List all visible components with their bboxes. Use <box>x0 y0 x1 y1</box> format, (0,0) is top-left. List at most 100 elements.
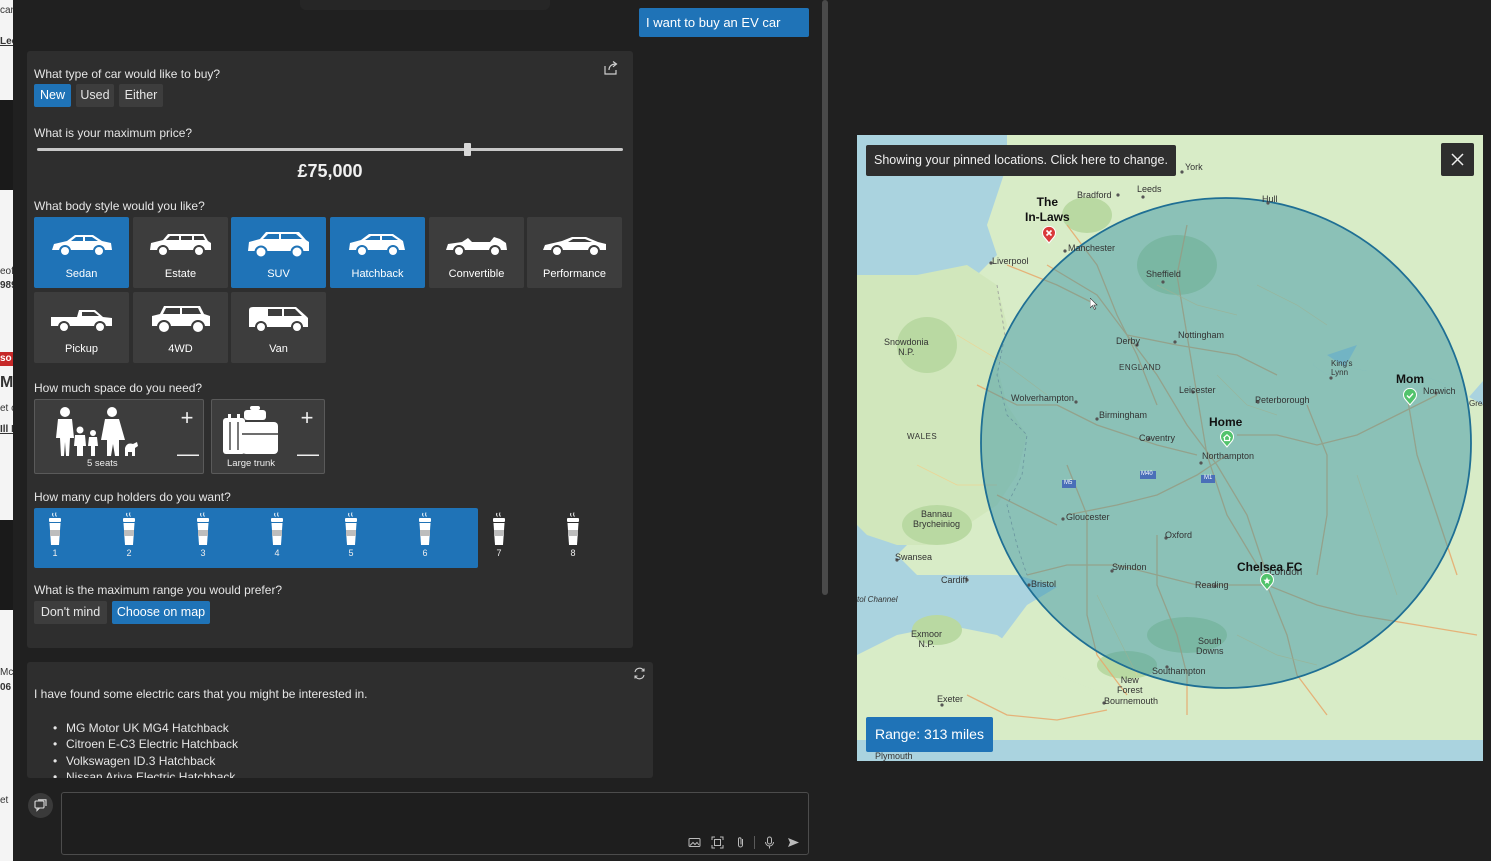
map-city-label: Derby <box>1116 336 1141 346</box>
cup-holder-option[interactable]: 5 <box>336 510 366 566</box>
suv-icon <box>248 232 309 259</box>
trunk-increase-icon[interactable]: + <box>297 407 317 429</box>
image-icon[interactable] <box>688 836 701 849</box>
input-toolbar-divider <box>754 836 755 849</box>
chelsea-pin-icon[interactable] <box>1259 573 1275 591</box>
body-style-label: Performance <box>543 268 606 280</box>
cup-holder-option[interactable]: 1 <box>40 510 70 566</box>
map-city-label: Norwich <box>1423 386 1456 396</box>
pickup-icon <box>51 310 112 333</box>
share-icon[interactable] <box>603 60 619 76</box>
trunk-selector: Large trunk + — <box>211 399 325 474</box>
cup-icon <box>419 512 431 545</box>
map-city-label: Great <box>1469 399 1483 408</box>
map-city-label: WALES <box>907 432 938 441</box>
body-style-suv[interactable]: SUV <box>231 217 326 288</box>
map-city-label: South Downs <box>1196 636 1224 656</box>
microphone-icon[interactable] <box>763 836 776 849</box>
range-option-choose-on-map[interactable]: Choose on map <box>112 601 210 624</box>
bg-text: Mc <box>0 667 13 678</box>
chat-icon <box>34 799 47 812</box>
price-slider-track[interactable] <box>37 148 623 151</box>
seats-decrease-icon[interactable]: — <box>177 443 199 465</box>
home-pin-icon[interactable] <box>1219 430 1235 448</box>
cup-holder-number: 7 <box>496 548 502 558</box>
body-style-hatchback[interactable]: Hatchback <box>330 217 425 288</box>
body-style-label: Pickup <box>64 343 99 355</box>
mouse-cursor-icon <box>1090 298 1098 310</box>
cup-holder-option[interactable]: 7 <box>484 510 514 566</box>
map-road-shield: M1 <box>1204 475 1213 481</box>
body-style-convertible[interactable]: Convertible <box>429 217 524 288</box>
cup-icon <box>493 512 505 545</box>
body-style-van[interactable]: Van <box>231 292 326 363</box>
message-input[interactable] <box>61 792 809 855</box>
send-icon[interactable] <box>787 836 800 849</box>
question-range: What is the maximum range you would pref… <box>34 583 283 597</box>
cup-icon <box>567 512 579 545</box>
trunk-decrease-icon[interactable]: — <box>297 443 319 465</box>
cup-holder-option[interactable]: 6 <box>410 510 440 566</box>
bg-text: Ill M <box>0 424 13 435</box>
family-icon <box>56 407 138 456</box>
car-preferences-card: What type of car would like to buy? New … <box>27 51 633 648</box>
list-item[interactable]: Nissan Ariya Electric Hatchback <box>53 769 238 778</box>
map-city-label: York <box>1185 162 1203 172</box>
attach-icon[interactable] <box>734 836 747 849</box>
type-option-either[interactable]: Either <box>119 84 163 107</box>
results-intro: I have found some electric cars that you… <box>34 687 368 701</box>
in-laws-pin-icon[interactable] <box>1041 226 1057 244</box>
new-chat-button[interactable] <box>28 793 53 818</box>
mom-pin-icon[interactable] <box>1402 388 1418 406</box>
map-city-label: Plymouth <box>875 751 913 761</box>
map-banner[interactable]: Showing your pinned locations. Click her… <box>866 145 1176 176</box>
cup-icon <box>49 512 61 545</box>
map-city-label: Peterborough <box>1255 395 1310 405</box>
map-close-button[interactable] <box>1441 143 1474 176</box>
body-style-label: SUV <box>267 268 290 280</box>
cup-holder-option[interactable]: 3 <box>188 510 218 566</box>
list-item[interactable]: Citroen E-C3 Electric Hatchback <box>53 736 238 752</box>
map-city-label: Cardiff <box>941 575 968 585</box>
list-item[interactable]: Volkswagen ID.3 Hatchback <box>53 753 238 769</box>
map-city-label: Leicester <box>1179 385 1216 395</box>
pin-label-in-laws: The In-Laws <box>1025 195 1070 224</box>
body-style-label: Convertible <box>448 268 505 280</box>
seats-increase-icon[interactable]: + <box>177 407 197 429</box>
cup-holder-number: 6 <box>422 548 428 558</box>
pin-label-home: Home <box>1209 415 1243 429</box>
map-city-label: Swindon <box>1112 562 1147 572</box>
map-city-label: Bristol <box>1031 579 1057 589</box>
map-city-label: Bradford <box>1077 190 1112 200</box>
range-map[interactable]: York Leeds Bradford Hull Manchester Live… <box>857 135 1483 761</box>
cup-holder-option[interactable]: 4 <box>262 510 292 566</box>
4wd-icon <box>152 306 210 334</box>
map-city-label: Birmingham <box>1099 410 1148 420</box>
list-item[interactable]: MG Motor UK MG4 Hatchback <box>53 720 238 736</box>
body-style-sedan[interactable]: Sedan <box>34 217 129 288</box>
performance-icon <box>543 237 606 257</box>
map-city-label: Exmoor N.P. <box>911 629 943 649</box>
question-max-price: What is your maximum price? <box>34 126 193 140</box>
body-style-estate[interactable]: Estate <box>133 217 228 288</box>
cup-holder-option[interactable]: 8 <box>558 510 588 566</box>
screenshot-icon[interactable] <box>711 836 724 849</box>
body-style-label: Hatchback <box>351 268 404 280</box>
map-city-label: Northampton <box>1202 451 1255 461</box>
type-option-used[interactable]: Used <box>76 84 114 107</box>
body-style-performance[interactable]: Performance <box>527 217 622 288</box>
bg-text: et <box>0 795 9 806</box>
body-style-4wd[interactable]: 4WD <box>133 292 228 363</box>
cup-holder-option[interactable]: 2 <box>114 510 144 566</box>
chat-scrollbar[interactable] <box>822 0 828 595</box>
map-city-label: tol Channel <box>857 595 898 604</box>
range-option-dont-mind[interactable]: Don't mind <box>34 601 107 624</box>
body-style-pickup[interactable]: Pickup <box>34 292 129 363</box>
price-value: £75,000 <box>297 161 363 181</box>
map-city-label: Liverpool <box>992 256 1029 266</box>
pin-label-chelsea: Chelsea FC <box>1237 560 1303 574</box>
refresh-icon[interactable] <box>633 667 646 680</box>
map-city-label: New Forest <box>1117 675 1143 695</box>
price-slider-thumb[interactable] <box>464 143 471 156</box>
type-option-new[interactable]: New <box>34 84 71 107</box>
